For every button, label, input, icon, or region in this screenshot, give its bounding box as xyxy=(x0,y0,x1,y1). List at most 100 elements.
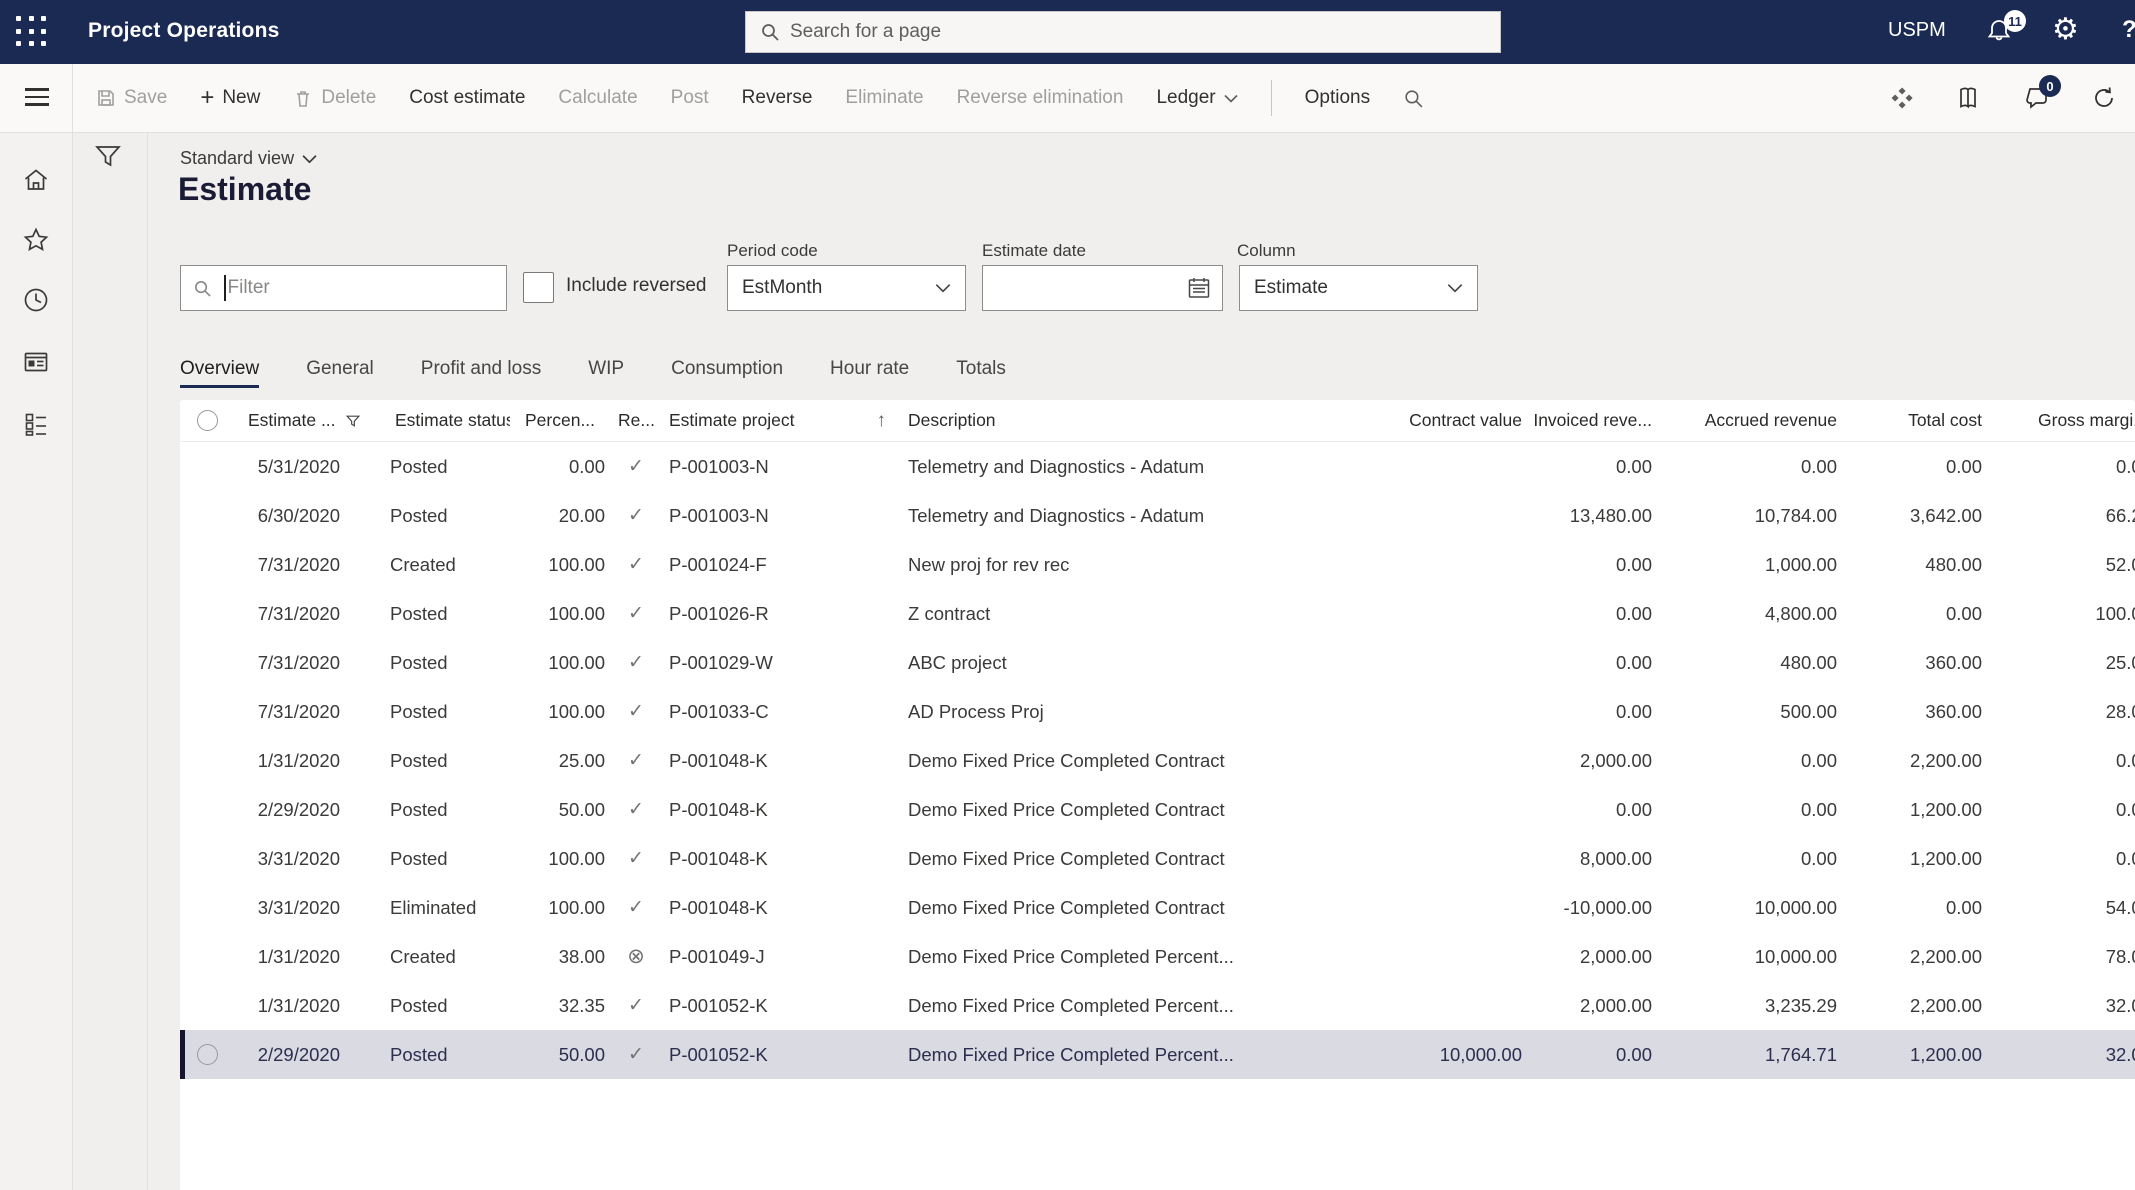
description-cell: New proj for rev rec xyxy=(900,554,1395,576)
ledger-menu-button[interactable]: Ledger xyxy=(1156,87,1237,109)
global-search[interactable] xyxy=(745,11,1501,53)
gross-margin-cell: 54.00 xyxy=(1990,897,2135,919)
estimate-date-cell: 3/31/2020 xyxy=(240,897,345,919)
text-cursor xyxy=(224,275,226,301)
table-row[interactable]: 7/31/2020 Created 100.00 ✓ P-001024-F Ne… xyxy=(180,540,2135,589)
row-select-cell[interactable] xyxy=(180,1044,240,1065)
column-header-gross-margin[interactable]: Gross margi... xyxy=(1990,410,2135,431)
column-header-estimate-status[interactable]: Estimate status xyxy=(380,410,510,431)
column-header-percent[interactable]: Percen... xyxy=(510,410,608,431)
reverse-elimination-button[interactable]: Reverse elimination xyxy=(957,87,1124,109)
recent-nav-button[interactable] xyxy=(0,280,72,320)
total-cost-cell: 2,200.00 xyxy=(1845,995,1990,1017)
grid-filter-field[interactable] xyxy=(180,265,507,311)
messages-button[interactable]: 0 xyxy=(2023,85,2049,111)
column-filter-icon[interactable] xyxy=(345,413,361,429)
estimate-status-cell: Created xyxy=(345,554,510,576)
view-selector[interactable]: Standard view xyxy=(180,148,317,169)
row-select-circle[interactable] xyxy=(197,1044,218,1065)
total-cost-cell: 480.00 xyxy=(1845,554,1990,576)
table-row[interactable]: 2/29/2020 Posted 50.00 ✓ P-001052-K Demo… xyxy=(180,1030,2135,1079)
include-reversed-checkbox[interactable] xyxy=(523,272,554,303)
accrued-revenue-cell: 0.00 xyxy=(1660,456,1845,478)
period-code-combobox[interactable]: EstMonth xyxy=(727,265,966,311)
task-guide-button[interactable] xyxy=(1955,85,1981,111)
filter-row: Include reversed EstMonth Estimate xyxy=(148,265,2135,311)
table-row[interactable]: 3/31/2020 Posted 100.00 ✓ P-001048-K Dem… xyxy=(180,834,2135,883)
estimate-date-cell: 5/31/2020 xyxy=(240,456,345,478)
hamburger-menu-icon[interactable] xyxy=(25,88,49,111)
star-icon xyxy=(22,226,50,254)
trash-icon xyxy=(293,88,313,108)
table-row[interactable]: 1/31/2020 Posted 32.35 ✓ P-001052-K Demo… xyxy=(180,981,2135,1030)
table-row[interactable]: 3/31/2020 Eliminated 100.00 ✓ P-001048-K… xyxy=(180,883,2135,932)
command-search-button[interactable] xyxy=(1403,88,1424,109)
total-cost-cell: 0.00 xyxy=(1845,456,1990,478)
table-row[interactable]: 2/29/2020 Posted 50.00 ✓ P-001048-K Demo… xyxy=(180,785,2135,834)
column-header-estimate-date[interactable]: Estimate ... xyxy=(240,410,380,431)
global-search-input[interactable] xyxy=(790,21,1430,43)
settings-gear-icon[interactable]: ⚙ xyxy=(2052,12,2079,48)
table-row[interactable]: 5/31/2020 Posted 0.00 ✓ P-001003-N Telem… xyxy=(180,442,2135,491)
table-row[interactable]: 1/31/2020 Posted 25.00 ✓ P-001048-K Demo… xyxy=(180,736,2135,785)
post-button[interactable]: Post xyxy=(671,87,709,109)
grid-filter-input[interactable] xyxy=(228,277,478,299)
estimate-date-cell: 2/29/2020 xyxy=(240,799,345,821)
modules-nav-button[interactable] xyxy=(0,404,72,444)
tab-totals[interactable]: Totals xyxy=(956,358,1006,380)
column-header-invoiced-revenue[interactable]: Invoiced reve... xyxy=(1530,410,1660,431)
environment-label[interactable]: USPM xyxy=(1888,19,1946,42)
select-all-circle[interactable] xyxy=(197,410,218,431)
column-header-total-cost[interactable]: Total cost xyxy=(1845,410,1990,431)
workspaces-nav-button[interactable] xyxy=(0,342,72,382)
tab-overview[interactable]: Overview xyxy=(180,358,259,380)
description-cell: Z contract xyxy=(900,603,1395,625)
cost-estimate-button[interactable]: Cost estimate xyxy=(409,87,525,109)
tab-general[interactable]: General xyxy=(306,358,374,380)
checklist-icon xyxy=(22,410,50,438)
eliminate-button[interactable]: Eliminate xyxy=(845,87,923,109)
home-nav-button[interactable] xyxy=(0,160,72,200)
total-cost-cell: 360.00 xyxy=(1845,652,1990,674)
tab-consumption[interactable]: Consumption xyxy=(671,358,783,380)
gross-margin-cell: 78.00 xyxy=(1990,946,2135,968)
accrued-revenue-cell: 1,764.71 xyxy=(1660,1044,1845,1066)
table-row[interactable]: 1/31/2020 Created 38.00 ⊗ P-001049-J Dem… xyxy=(180,932,2135,981)
column-header-reversed[interactable]: Re... xyxy=(608,410,664,431)
save-button[interactable]: Save xyxy=(96,87,167,109)
refresh-button[interactable] xyxy=(2091,85,2117,111)
percent-complete-cell: 50.00 xyxy=(510,799,608,821)
tab-profit-and-loss[interactable]: Profit and loss xyxy=(421,358,541,380)
percent-complete-cell: 100.00 xyxy=(510,652,608,674)
tab-wip[interactable]: WIP xyxy=(588,358,624,380)
select-all-cell[interactable] xyxy=(180,410,240,431)
table-row[interactable]: 7/31/2020 Posted 100.00 ✓ P-001033-C AD … xyxy=(180,687,2135,736)
estimate-project-cell: P-001024-F xyxy=(664,554,900,576)
new-button[interactable]: + New xyxy=(200,87,260,109)
column-header-estimate-project[interactable]: Estimate project ↑ xyxy=(664,410,900,432)
filter-pane-button[interactable] xyxy=(93,141,123,171)
accrued-revenue-cell: 4,800.00 xyxy=(1660,603,1845,625)
invoiced-revenue-cell: 0.00 xyxy=(1530,799,1660,821)
estimate-date-field[interactable] xyxy=(982,265,1223,311)
calculate-button[interactable]: Calculate xyxy=(558,87,637,109)
favorites-nav-button[interactable] xyxy=(0,220,72,260)
column-combobox[interactable]: Estimate xyxy=(1239,265,1478,311)
table-row[interactable]: 7/31/2020 Posted 100.00 ✓ P-001026-R Z c… xyxy=(180,589,2135,638)
column-header-description[interactable]: Description xyxy=(900,410,1395,431)
help-icon[interactable]: ? xyxy=(2122,16,2135,44)
sparkle-actions-button[interactable] xyxy=(1891,87,1913,109)
selected-row-accent xyxy=(180,1030,185,1079)
column-header-contract-value[interactable]: Contract value xyxy=(1395,410,1530,431)
reverse-button[interactable]: Reverse xyxy=(742,87,813,109)
table-row[interactable]: 6/30/2020 Posted 20.00 ✓ P-001003-N Tele… xyxy=(180,491,2135,540)
column-header-accrued-revenue[interactable]: Accrued revenue xyxy=(1660,410,1845,431)
waffle-menu-icon[interactable] xyxy=(16,16,48,48)
estimate-project-cell: P-001048-K xyxy=(664,799,900,821)
delete-button[interactable]: Delete xyxy=(293,87,376,109)
notifications-button[interactable]: 11 xyxy=(1984,16,2016,48)
options-button[interactable]: Options xyxy=(1305,87,1370,109)
percent-complete-cell: 32.35 xyxy=(510,995,608,1017)
table-row[interactable]: 7/31/2020 Posted 100.00 ✓ P-001029-W ABC… xyxy=(180,638,2135,687)
tab-hour-rate[interactable]: Hour rate xyxy=(830,358,909,380)
